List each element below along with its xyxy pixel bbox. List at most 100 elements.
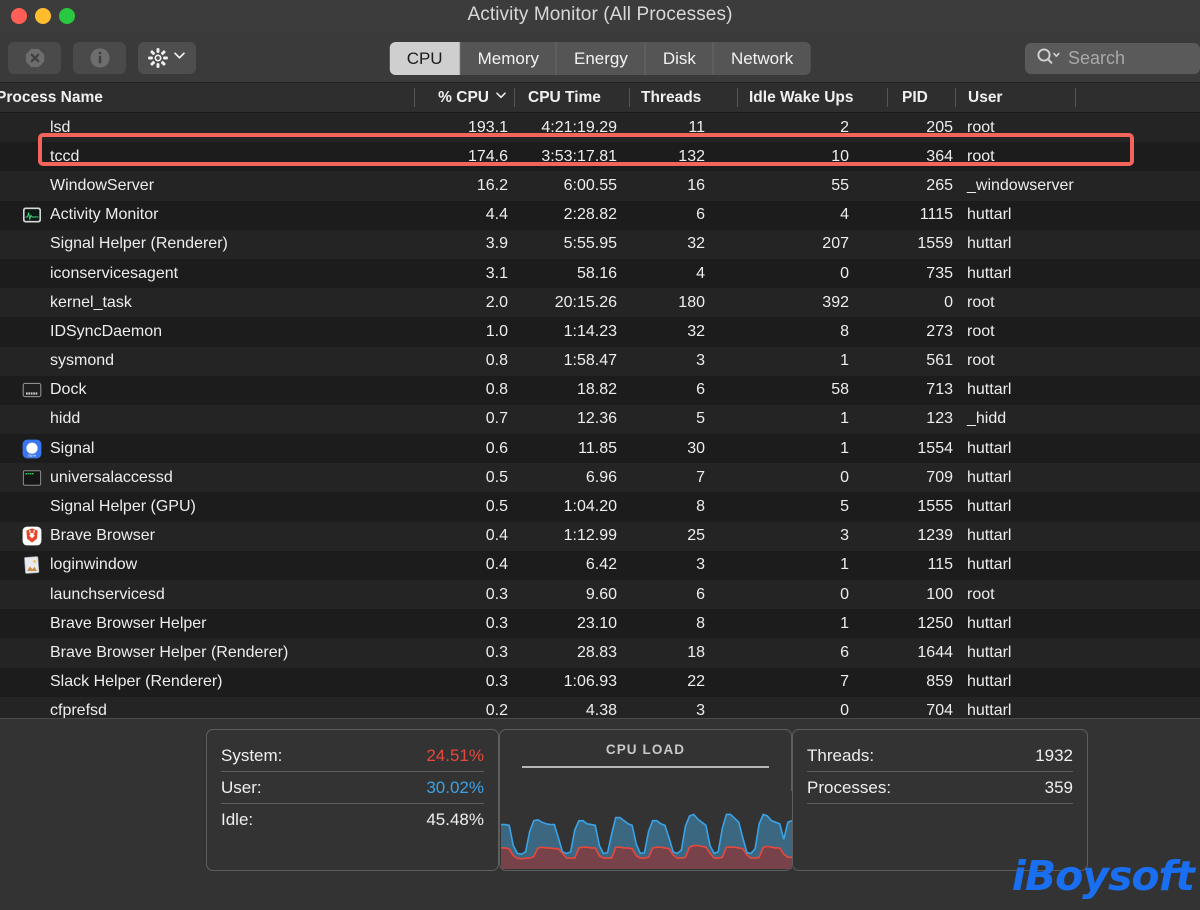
tab-disk[interactable]: Disk: [645, 42, 714, 75]
table-row[interactable]: hidd 0.7 12.36 5 1 123 _hidd: [0, 404, 1200, 435]
cpu-load-graph-title: CPU LOAD: [605, 742, 686, 757]
cell-threads: 6: [696, 585, 705, 603]
column-header-idle-wake-ups[interactable]: Idle Wake Ups: [737, 83, 887, 112]
cell-cpu-percent: 0.2: [485, 702, 508, 718]
column-header-pid[interactable]: PID: [887, 83, 955, 112]
table-row[interactable]: loginwindow 0.4 6.42 3 1 115 huttarl: [0, 550, 1200, 580]
search-icon: [1036, 47, 1062, 70]
cell-user: huttarl: [967, 643, 1012, 661]
table-row[interactable]: WindowServer 16.2 6:00.55 16 55 265 _windowser…: [0, 171, 1200, 201]
cell-cpu-percent: 1.0: [485, 322, 508, 340]
quit-process-button[interactable]: [8, 41, 61, 74]
column-header-user[interactable]: User: [955, 83, 1075, 112]
cpu-load-chart: [501, 791, 792, 869]
cell-pid: 1250: [917, 614, 953, 632]
cell-threads: 22: [687, 673, 705, 691]
cell-idle-wake-ups: 7: [840, 673, 849, 691]
tab-energy[interactable]: Energy: [557, 42, 646, 75]
cell-threads: 132: [678, 147, 705, 165]
cell-user: huttarl: [967, 614, 1012, 632]
stat-processes-label: Processes:: [807, 777, 892, 797]
stat-threads-value: 1932: [1035, 745, 1073, 765]
cell-pid: 265: [926, 176, 953, 194]
cell-threads: 25: [687, 527, 705, 545]
cell-pid: 704: [926, 702, 953, 718]
column-header-threads[interactable]: Threads: [629, 83, 737, 112]
cell-cpu-percent: 2.0: [485, 293, 508, 311]
view-tabs: CPU Memory Energy Disk Network: [389, 42, 811, 75]
cell-cpu-time: 6.42: [585, 556, 617, 574]
cell-threads: 11: [688, 118, 705, 136]
cell-pid: 1644: [917, 643, 953, 661]
table-row[interactable]: Brave Browser Helper (Renderer) 0.3 28.83 1…: [0, 638, 1200, 668]
activity-monitor-window: Activity Monitor (All Processes) CPU Mem…: [0, 0, 1200, 910]
table-row[interactable]: Signal Helper (GPU) 0.5 1:04.20 8 5 1555 hutta…: [0, 492, 1200, 522]
table-row[interactable]: IDSyncDaemon 1.0 1:14.23 32 8 273 root: [0, 317, 1200, 347]
cell-threads: 6: [696, 206, 705, 224]
table-row[interactable]: Slack Helper (Renderer) 0.3 1:06.93 22 7 859 h…: [0, 667, 1200, 697]
table-row[interactable]: Activity Monitor 4.4 2:28.82 6 4 1115 huttarl: [0, 200, 1200, 230]
inspect-process-button[interactable]: [73, 41, 126, 74]
cell-cpu-percent: 0.3: [485, 614, 508, 632]
stop-octagon-icon: [24, 47, 46, 69]
cell-idle-wake-ups: 0: [840, 468, 849, 486]
table-row[interactable]: Signal Signal 0.6 11.85 30 1 1554 huttarl: [0, 434, 1200, 464]
thread-process-counts-panel: Threads: 1932 Processes: 359: [792, 729, 1088, 871]
cell-cpu-time: 28.83: [576, 643, 617, 661]
cell-cpu-time: 1:58.47: [563, 352, 617, 370]
cell-threads: 32: [687, 235, 705, 253]
table-row[interactable]: Brave Browser 0.4 1:12.99 25 3 1239 huttarl: [0, 521, 1200, 551]
column-header-process-name[interactable]: Process Name: [0, 83, 414, 112]
column-header-cpu-percent[interactable]: % CPU: [414, 83, 514, 112]
cell-cpu-time: 11.85: [578, 439, 617, 457]
cell-process-name: Brave Browser: [0, 526, 414, 546]
table-row[interactable]: kernel_task 2.0 20:15.26 180 392 0 root: [0, 288, 1200, 318]
cell-cpu-time: 6:00.55: [563, 176, 617, 194]
process-name-label: Signal: [50, 439, 95, 457]
table-row[interactable]: sysmond 0.8 1:58.47 3 1 561 root: [0, 346, 1200, 376]
cell-cpu-time: 1:06.93: [563, 673, 617, 691]
process-name-label: Dock: [50, 381, 87, 399]
cell-process-name: cfprefsd: [0, 701, 414, 718]
table-row[interactable]: iconservicesagent 3.1 58.16 4 0 735 huttarl: [0, 258, 1200, 289]
table-row[interactable]: lsd 193.1 4:21:19.29 11 2 205 root: [0, 113, 1200, 143]
cell-user: huttarl: [967, 556, 1012, 574]
process-name-label: IDSyncDaemon: [50, 322, 163, 340]
tab-network[interactable]: Network: [713, 42, 811, 75]
cell-process-name: Signal Helper (Renderer): [0, 234, 414, 254]
cell-cpu-percent: 174.6: [467, 147, 508, 165]
cell-process-name: WindowServer: [0, 176, 414, 196]
table-row[interactable]: Signal Helper (Renderer) 3.9 5:55.95 32 207 1…: [0, 229, 1200, 259]
cell-process-name: sysmond: [0, 351, 414, 371]
cell-cpu-time: 12.36: [576, 410, 617, 428]
process-name-label: Signal Helper (GPU): [50, 498, 196, 516]
cell-process-name: Signal Helper (GPU): [0, 497, 414, 517]
toolbar: CPU Memory Energy Disk Network Search: [0, 33, 1200, 83]
view-options-button[interactable]: [138, 41, 196, 74]
table-row[interactable]: launchservicesd 0.3 9.60 6 0 100 root: [0, 580, 1200, 610]
tab-cpu[interactable]: CPU: [389, 42, 461, 75]
cell-pid: 859: [926, 673, 953, 691]
table-row[interactable]: tccd 174.6 3:53:17.81 132 10 364 root: [0, 142, 1200, 172]
table-row[interactable]: Brave Browser Helper 0.3 23.10 8 1 1250 huttar…: [0, 609, 1200, 639]
table-row[interactable]: universalaccessd 0.5 6.96 7 0 709 huttarl: [0, 463, 1200, 493]
cell-cpu-percent: 3.9: [485, 235, 508, 253]
process-name-label: loginwindow: [50, 556, 138, 574]
search-field[interactable]: Search: [1025, 43, 1200, 74]
column-header-cpu-time[interactable]: CPU Time: [514, 83, 629, 112]
cell-idle-wake-ups: 58: [831, 381, 849, 399]
tab-memory[interactable]: Memory: [460, 42, 558, 75]
cell-cpu-time: 4.38: [585, 702, 617, 718]
stat-idle-value: 45.48%: [426, 810, 484, 829]
cell-cpu-percent: 16.2: [476, 176, 508, 194]
cell-threads: 5: [696, 410, 705, 428]
table-row[interactable]: Dock 0.8 18.82 6 58 713 huttarl: [0, 375, 1200, 405]
stat-idle-label: Idle:: [221, 810, 254, 829]
table-row[interactable]: cfprefsd 0.2 4.38 3 0 704 huttarl: [0, 696, 1200, 718]
process-table[interactable]: lsd 193.1 4:21:19.29 11 2 205 root tccd 174.6 3:5…: [0, 113, 1200, 718]
cell-idle-wake-ups: 207: [822, 235, 849, 253]
cell-process-name: hidd: [0, 409, 414, 429]
chevron-down-icon: [172, 48, 187, 68]
cell-cpu-time: 4:21:19.29: [541, 118, 617, 136]
cell-pid: 100: [926, 585, 953, 603]
